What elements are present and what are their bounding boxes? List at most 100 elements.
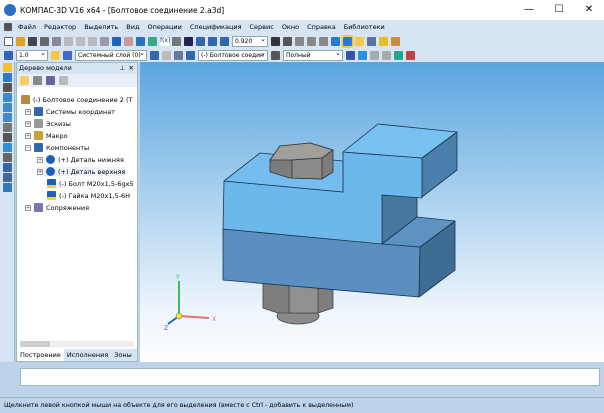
properties-icon[interactable] [100,36,109,46]
tree-item[interactable]: + (+) Деталь верхняя [37,167,126,176]
menu-operations[interactable]: Операции [147,23,181,31]
scroll-thumb[interactable] [20,341,50,347]
tree-item[interactable]: + (+) Деталь нижняя [37,155,124,164]
layer-icon[interactable] [63,50,72,60]
zoom-window-icon[interactable] [196,36,205,46]
surface-icon[interactable] [358,50,367,60]
ortho-icon[interactable] [162,50,171,60]
tree-mode-icon[interactable] [33,76,42,85]
tab-build[interactable]: Построение [17,349,64,361]
minimize-button[interactable]: — [514,0,544,20]
close-button[interactable]: ✕ [574,0,604,20]
preview-icon[interactable] [52,36,61,46]
part-tools-icon[interactable] [3,73,12,82]
library-icon[interactable] [148,36,157,46]
open-icon[interactable] [16,36,25,46]
print-icon[interactable] [40,36,49,46]
tree-item[interactable]: + Сопряжения [25,203,89,212]
cut-icon[interactable] [64,36,73,46]
menu-view[interactable]: Вид [126,23,139,31]
zoom-icon[interactable] [208,36,217,46]
tree-scrollbar[interactable] [20,341,134,347]
filter-icon[interactable] [367,36,376,46]
measure-icon[interactable] [172,36,181,46]
grid-icon[interactable] [4,50,13,60]
part-icon[interactable] [186,50,195,60]
tree-item[interactable]: (-) Гайка M20x1,5-6H [47,191,130,200]
undo-icon[interactable] [112,36,121,46]
dimensions-icon[interactable] [3,133,12,142]
tree-item[interactable]: + Системы координат [25,107,115,116]
window-title: КОМПАС-3D V16 x64 - [Болтовое соединение… [20,5,225,15]
surfaces-icon[interactable] [3,93,12,102]
arrays-icon[interactable] [3,103,12,112]
aux-geometry-icon[interactable] [3,113,12,122]
menu-specification[interactable]: Спецификация [190,23,242,31]
menu-select[interactable]: Выделить [84,23,118,31]
assembly-model[interactable]: Y X Z [140,62,604,362]
tree-item[interactable]: + Эскизы [25,119,71,128]
redo-icon[interactable] [124,36,133,46]
layer-select[interactable]: Системный слой (0) [75,49,147,61]
maximize-button[interactable]: ☐ [544,0,574,20]
copy-icon[interactable] [76,36,85,46]
save-icon[interactable] [28,36,37,46]
menu-edit[interactable]: Редактор [44,23,76,31]
tab-versions[interactable]: Исполнения [64,349,111,361]
close-panel-icon[interactable]: ✕ [129,63,134,74]
tree-item[interactable]: + Макро [25,131,68,140]
tree-filter-icon[interactable] [59,76,68,85]
curves-icon[interactable] [3,83,12,92]
tree-item[interactable]: (-) Болт M20x1,5-6gx5 [47,179,134,188]
mirror-icon[interactable] [382,50,391,60]
variables-icon[interactable]: f(x) [160,36,170,46]
reports-icon[interactable] [3,163,12,172]
mates-icon[interactable] [3,123,12,132]
insert-icon[interactable] [391,36,400,46]
component-icon[interactable] [379,36,388,46]
select-filter-icon[interactable] [355,36,364,46]
part-select[interactable]: (-) Болтовое соедин [198,49,268,61]
measure-tools-icon[interactable] [3,173,12,182]
menu-help[interactable]: Справка [307,23,336,31]
tree-view-icon[interactable] [20,76,29,85]
edit-tools-icon[interactable] [3,63,12,72]
3d-viewport[interactable]: Y X Z [140,62,604,362]
manager-icon[interactable] [136,36,145,46]
tree-sort-icon[interactable] [46,76,55,85]
new-icon[interactable] [4,36,13,46]
filters-icon[interactable] [3,143,12,152]
hidden-lines-icon[interactable] [307,36,316,46]
shaded-edges-icon[interactable] [341,34,354,48]
menu-libraries[interactable]: Библиотеки [344,23,385,31]
step-select[interactable]: 1.0 [16,49,48,61]
local-cs-icon[interactable] [150,50,159,60]
edit-icon[interactable] [174,50,183,60]
tree-root[interactable]: (-) Болтовое соединение 2 (Т [21,95,132,104]
help-icon[interactable] [184,36,193,46]
style-select[interactable]: Полный [283,49,343,61]
report-icon[interactable] [394,50,403,60]
text-icon[interactable] [406,50,415,60]
tab-zones[interactable]: Зоны [111,349,135,361]
style-icon[interactable] [271,50,280,60]
menu-file[interactable]: Файл [18,23,36,31]
zoom-in-icon[interactable] [220,36,229,46]
pin-icon[interactable]: ⊥ [119,63,125,74]
shaded-icon[interactable] [331,36,340,46]
menu-service[interactable]: Сервис [250,23,274,31]
wireframe-icon[interactable] [295,36,304,46]
menu-window[interactable]: Окно [282,23,299,31]
spec-icon[interactable] [3,153,12,162]
paste-icon[interactable] [88,36,97,46]
color-icon[interactable] [346,50,355,60]
rotate-icon[interactable] [271,36,280,46]
tree-item[interactable]: − Компоненты [25,143,89,152]
sheet-icon[interactable] [3,183,12,192]
array-icon[interactable] [370,50,379,60]
thin-lines-icon[interactable] [319,36,328,46]
tree-tabs: Построение Исполнения Зоны [17,349,137,361]
snap-icon[interactable] [51,50,60,60]
orientation-icon[interactable] [283,36,292,46]
zoom-select[interactable]: 0.920 [232,35,268,47]
